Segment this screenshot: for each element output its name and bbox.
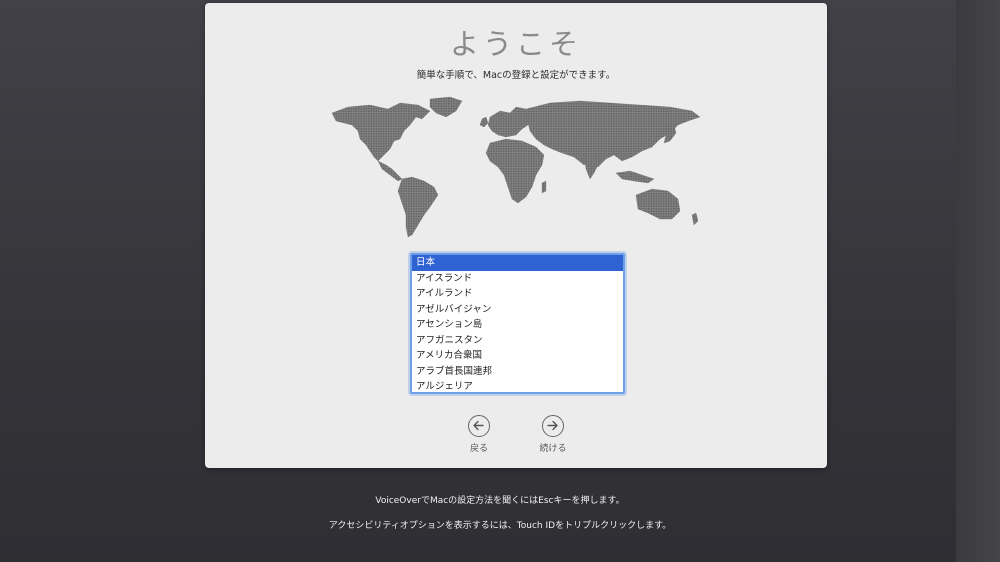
central-america-shape [377,160,403,182]
uk-shape [479,116,489,128]
australia-shape [635,188,681,220]
list-item[interactable]: アラブ首長国連邦 [412,364,623,380]
arrow-right-circle-icon[interactable] [542,415,564,437]
list-item[interactable]: アフガニスタン [412,333,623,349]
list-item[interactable]: アルジェリア [412,379,623,392]
africa-shape [485,138,545,204]
list-item[interactable]: アメリカ合衆国 [412,348,623,364]
arrow-left-circle-icon[interactable] [468,415,490,437]
back-button[interactable]: 戻る [459,415,499,454]
south-america-shape [397,176,439,238]
page-title: ようこそ [449,27,582,61]
accessibility-hint: アクセシビリティオプションを表示するには、Touch IDをトリプルクリックしま… [328,521,672,531]
back-label: 戻る [469,444,488,454]
desktop-edge [956,0,1000,562]
list-item[interactable]: アゼルバイジャン [412,302,623,318]
voiceover-hint: VoiceOverでMacの設定方法を聞くにはEscキーを押します。 [375,496,625,506]
country-listbox[interactable]: 日本 アイスランド アイルランド アゼルバイジャン アセンション島 アフガニスタ… [410,253,625,394]
europe-shape [487,106,531,138]
greenland-shape [429,96,463,118]
page-subtitle: 簡単な手順で、Macの登録と設定ができます。 [416,70,616,81]
new-zealand-shape [691,212,699,226]
continue-label: 続ける [539,444,567,454]
list-item[interactable]: アイルランド [412,286,623,302]
list-item[interactable]: アイスランド [412,271,623,287]
indonesia-shape [615,170,655,184]
continue-button[interactable]: 続ける [533,415,573,454]
world-map [331,96,701,238]
setup-assistant-window: ようこそ 簡単な手順で、Macの登録と設定ができます。 日本 アイスランド アイ… [205,3,827,468]
north-america-shape [331,102,431,162]
list-item[interactable]: アセンション島 [412,317,623,333]
madagascar-shape [541,180,547,194]
list-item[interactable]: 日本 [412,255,623,271]
